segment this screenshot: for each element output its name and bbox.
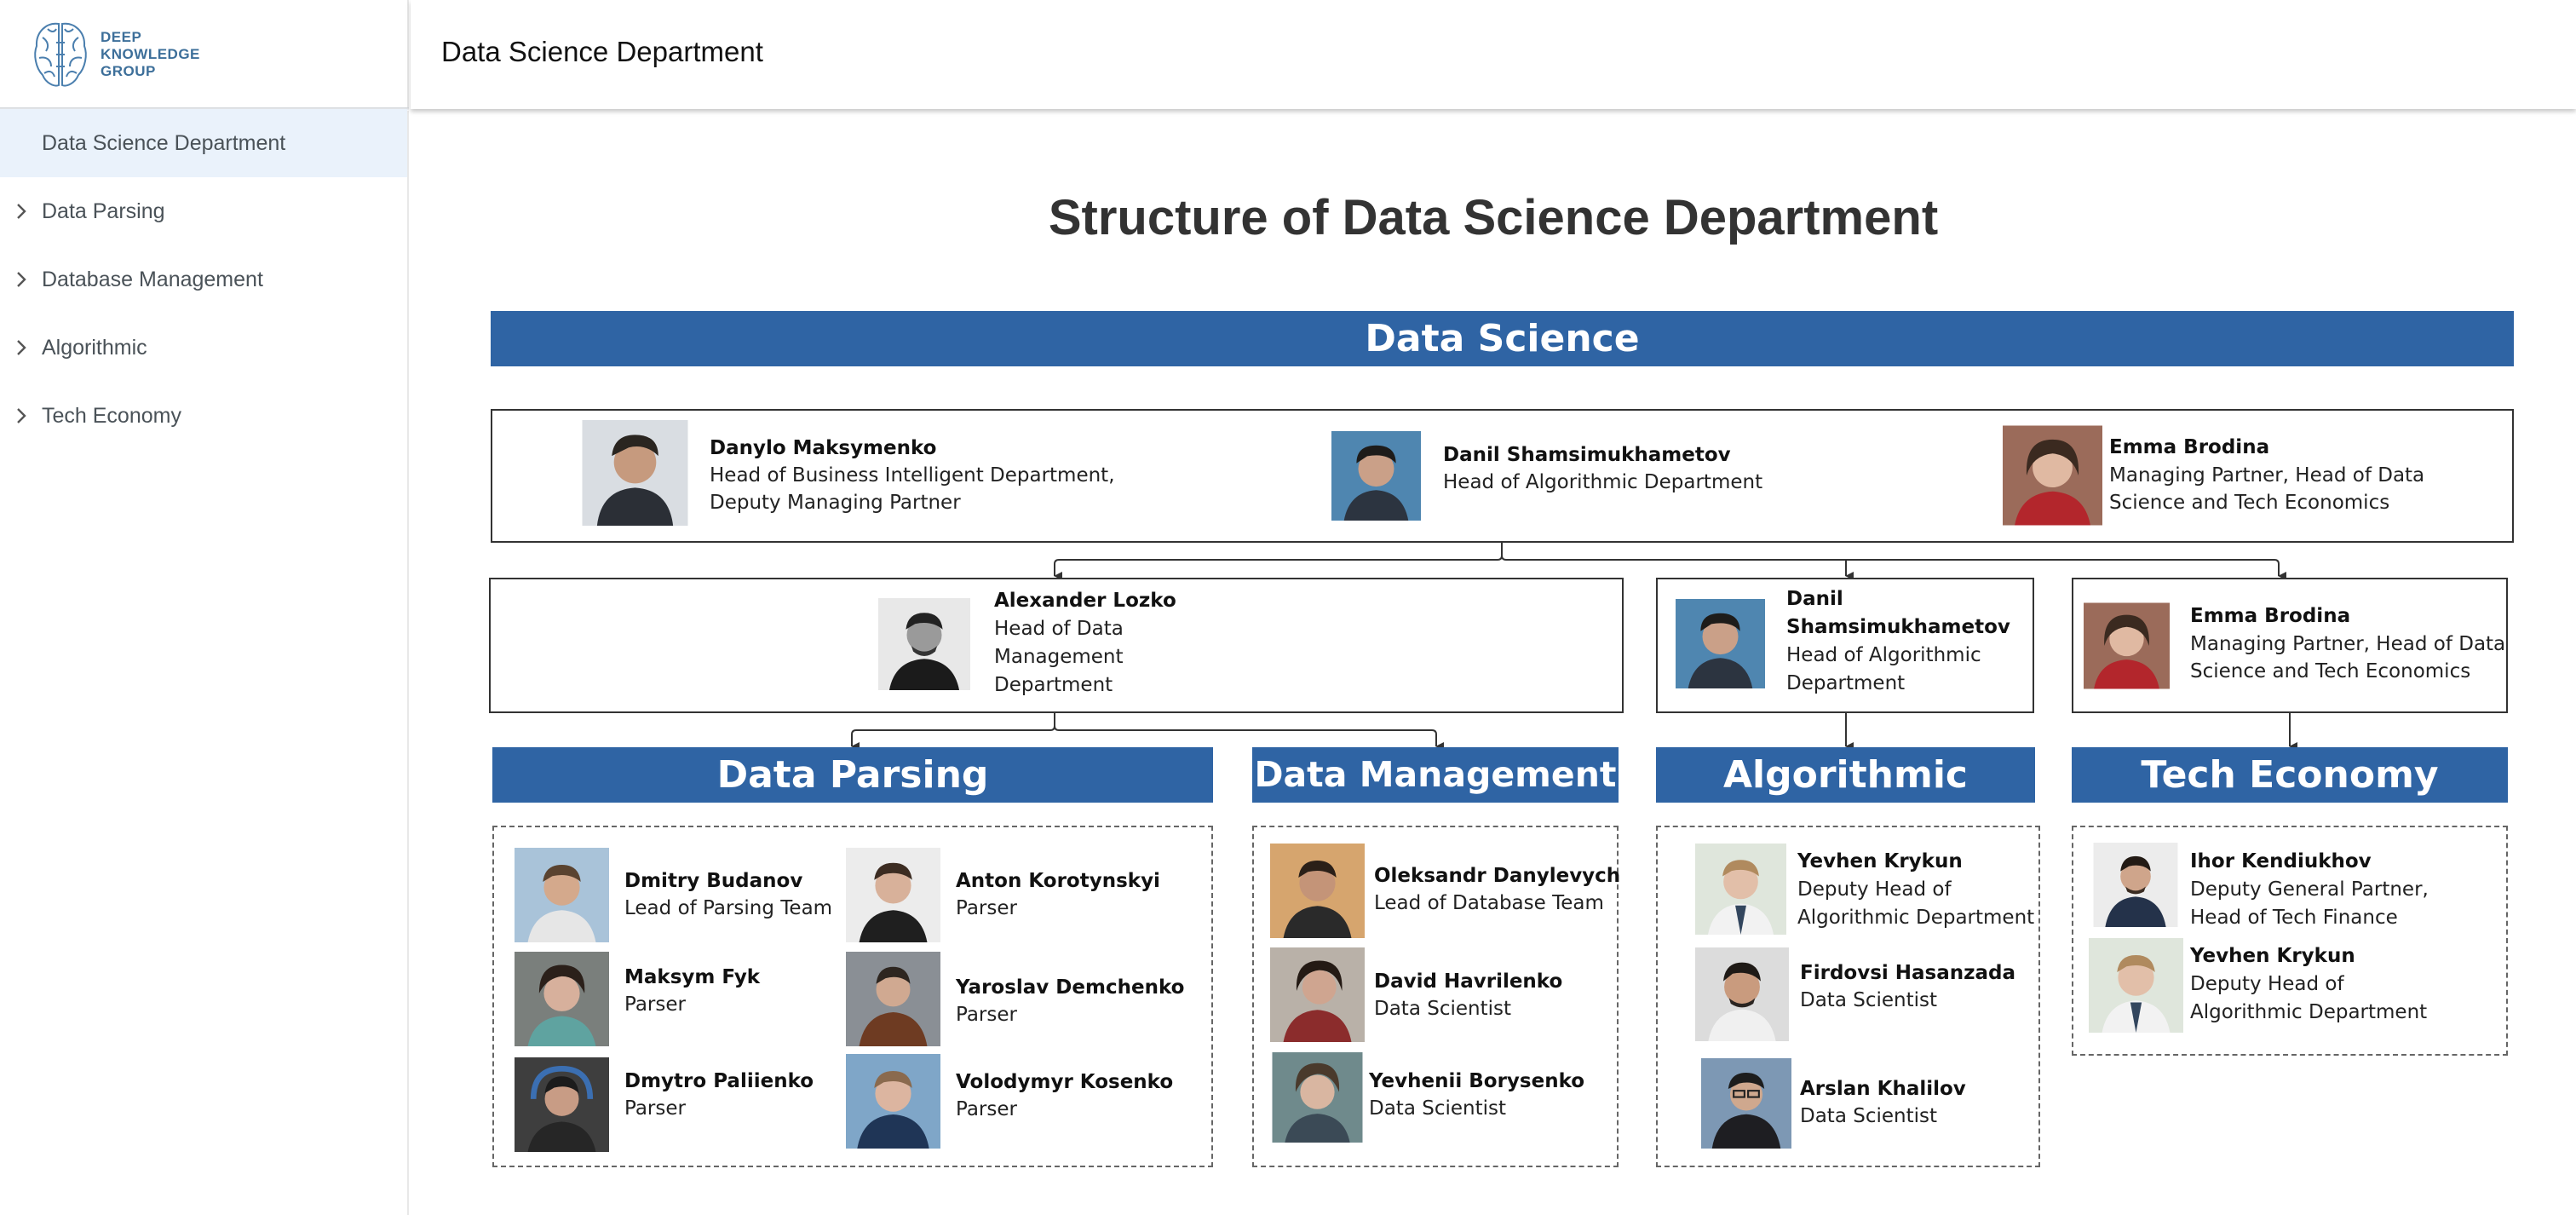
person-role: Department: [994, 674, 1113, 696]
person-role: Managing Partner, Head of Data: [2109, 464, 2425, 487]
avatar: [2003, 423, 2102, 528]
section-banner-tech-economy: Tech Economy: [2072, 747, 2508, 803]
person-role: Head of Algorithmic: [1786, 644, 1981, 666]
avatar: [1676, 599, 1765, 688]
avatar: [1270, 844, 1365, 938]
person-name: Anton Korotynskyi: [956, 870, 1160, 892]
person-name: David Havrilenko: [1374, 970, 1563, 993]
person-role: Deputy General Partner,: [2190, 878, 2429, 901]
avatar: [2089, 843, 2182, 927]
person-name: Arslan Khalilov: [1800, 1078, 1966, 1100]
person-role: Science and Tech Economics: [2109, 492, 2390, 514]
person-role: Department: [1786, 672, 1906, 694]
person-name: Emma Brodina: [2109, 436, 2270, 458]
person-role: Deputy Managing Partner: [710, 492, 961, 514]
person-name: Danil Shamsimukhametov: [1443, 444, 1731, 466]
person-name: Danil: [1786, 588, 1843, 610]
person-role: Lead of Parsing Team: [624, 897, 833, 919]
avatar: [878, 598, 970, 690]
person-name: Shamsimukhametov: [1786, 616, 2010, 638]
avatar: [1700, 1058, 1792, 1149]
avatar: [581, 420, 689, 526]
person-role: Parser: [956, 1098, 1017, 1120]
avatar: [2084, 600, 2170, 692]
avatar: [515, 952, 609, 1046]
avatar: [1270, 1052, 1365, 1143]
person-name: Dmitry Budanov: [624, 870, 803, 892]
person-role: Data Scientist: [1374, 998, 1511, 1020]
avatar: [1270, 947, 1365, 1042]
avatar: [515, 1057, 609, 1152]
person-role: Parser: [956, 1004, 1017, 1026]
person-role: Deputy Head of: [2190, 973, 2344, 995]
avatar: [1331, 431, 1421, 521]
person-role: Algorithmic Department: [2190, 1001, 2428, 1023]
person-name: Firdovsi Hasanzada: [1800, 962, 2016, 984]
person-role: Head of Data: [994, 618, 1124, 640]
person-name: Dmytro Paliienko: [624, 1070, 814, 1092]
person-role: Deputy Head of: [1797, 878, 1952, 901]
person-role: Managing Partner, Head of Data: [2190, 633, 2506, 655]
avatar: [2089, 938, 2183, 1033]
avatar: [846, 848, 940, 942]
person-role: Science and Tech Economics: [2190, 660, 2471, 682]
person-name: Volodymyr Kosenko: [956, 1071, 1174, 1093]
person-role: Management: [994, 646, 1124, 668]
section-banner-data-parsing: Data Parsing: [492, 747, 1213, 803]
person-name: Alexander Lozko: [994, 590, 1176, 612]
person-name: Ihor Kendiukhov: [2190, 850, 2372, 872]
avatar: [1695, 844, 1786, 935]
person-name: Yaroslav Demchenko: [956, 976, 1185, 999]
section-banner-algorithmic: Algorithmic: [1656, 747, 2035, 803]
person-role: Head of Algorithmic Department: [1443, 471, 1763, 493]
person-role: Head of Tech Finance: [2190, 907, 2398, 929]
person-role: Parser: [956, 897, 1017, 919]
person-role: Lead of Database Team: [1374, 892, 1604, 914]
person-role: Algorithmic Department: [1797, 907, 2035, 929]
avatar: [846, 952, 940, 1046]
person-role: Data Scientist: [1369, 1097, 1506, 1120]
person-role: Data Scientist: [1800, 989, 1937, 1011]
person-name: Maksym Fyk: [624, 966, 761, 988]
avatar: [1695, 947, 1789, 1041]
person-name: Oleksandr Danylevych: [1374, 865, 1621, 887]
person-role: Head of Business Intelligent Department,: [710, 464, 1115, 487]
person-name: Yevhen Krykun: [2190, 945, 2355, 967]
avatar: [515, 848, 609, 942]
person-role: Data Scientist: [1800, 1105, 1937, 1127]
person-role: Parser: [624, 1097, 686, 1120]
person-role: Parser: [624, 993, 686, 1016]
person-name: Danylo Maksymenko: [710, 437, 937, 459]
avatar: [846, 1054, 940, 1149]
person-name: Yevhen Krykun: [1797, 850, 1963, 872]
section-banner-data-management: Data Management: [1252, 747, 1619, 803]
person-name: Yevhenii Borysenko: [1369, 1070, 1585, 1092]
person-name: Emma Brodina: [2190, 605, 2351, 627]
